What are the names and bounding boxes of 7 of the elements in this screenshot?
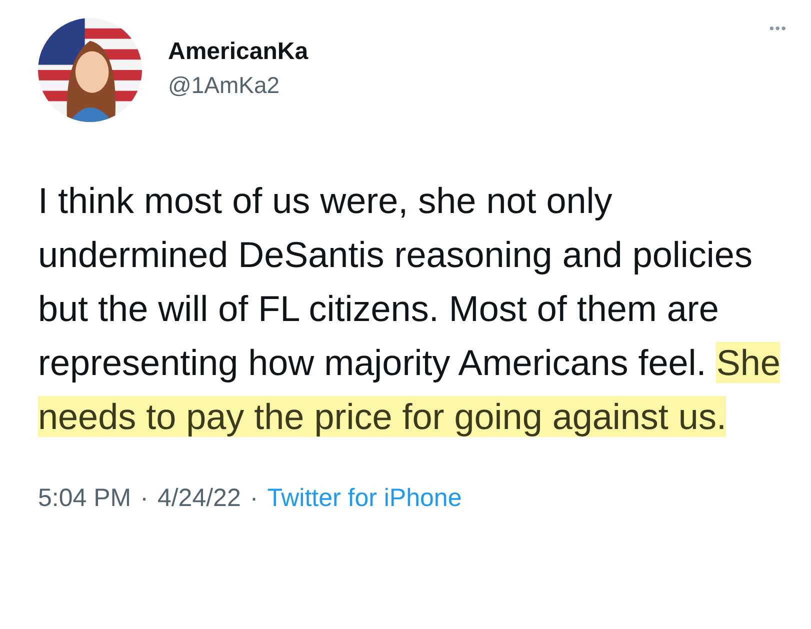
user-handle[interactable]: @1AmKa2 (168, 72, 770, 99)
tweet-date: 4/24/22 (157, 484, 241, 513)
separator-dot: · (140, 484, 148, 513)
separator-dot: · (250, 484, 258, 513)
tweet-text: I think most of us were, she not only undermined DeSantis reasoning and policies but the will of FL citizens. Most of them are representing how majority Americans feel. She needs to pay the price for going against us. (38, 179, 782, 439)
display-name[interactable]: AmericanKa (168, 38, 770, 66)
tweet-time: 5:04 PM (38, 484, 132, 513)
